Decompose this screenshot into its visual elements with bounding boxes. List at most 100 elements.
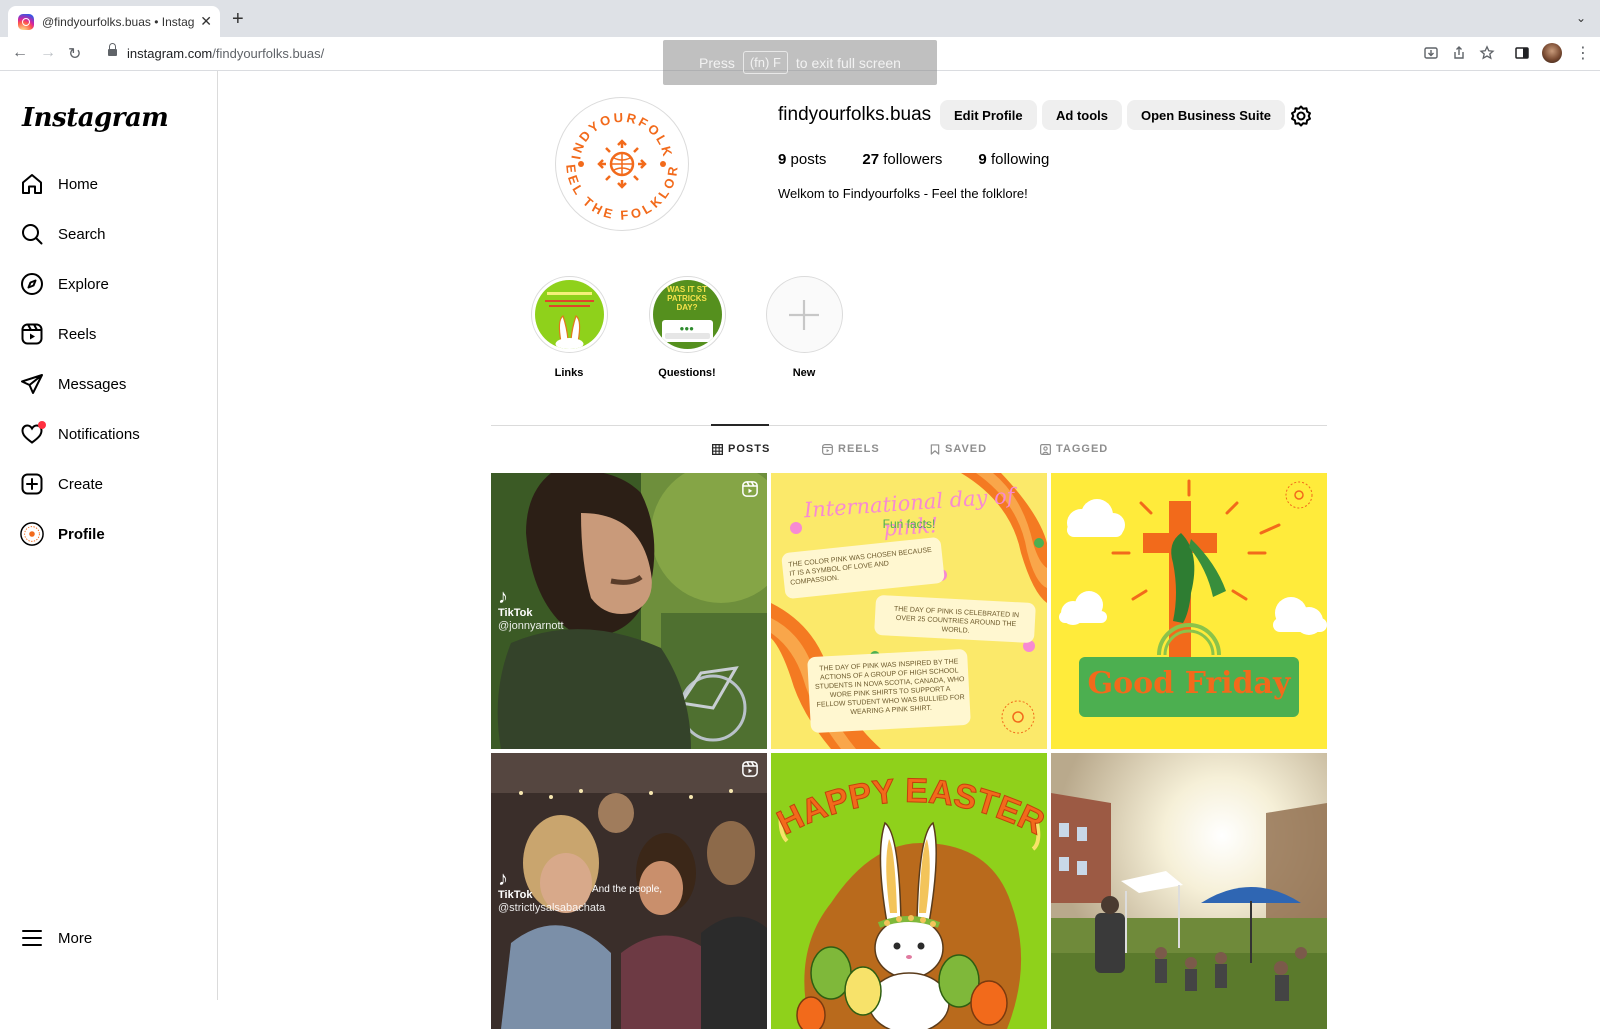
sidebar-item-profile[interactable]: Profile [20,520,105,548]
profile-avatar[interactable]: FINDYOURFOLKS FEEL THE FOLKLORE [550,86,689,231]
tiktok-note-icon: ♪ [498,586,508,608]
highlight-cover-image: WAS IT ST PATRICKS DAY? ●●● [652,280,722,349]
forward-icon[interactable]: → [40,44,56,62]
close-tab-icon[interactable]: ✕ [200,13,212,30]
sidebar-item-label: More [58,929,93,947]
active-tab-indicator [711,424,769,426]
sidebar-item-label: Home [58,175,99,193]
fullscreen-hint-suffix: to exit full screen [795,54,901,71]
sidebar-item-label: Search [58,225,106,243]
post-tile[interactable]: Good Friday [1051,473,1327,749]
sticker-dots: ●●● [679,324,695,333]
compass-icon [20,272,44,296]
edit-profile-button[interactable]: Edit Profile [940,100,1037,130]
highlight-links[interactable]: Links [524,276,614,379]
sidebar-item-label: Create [58,475,104,493]
tiktok-brand: TikTok [498,889,533,901]
following-stat[interactable]: 9 following [978,151,1049,168]
settings-gear-icon[interactable] [1289,104,1313,128]
tiktok-handle: @jonnyarnott [498,620,564,633]
findyourfolks-logo-icon: FINDYOURFOLKS FEEL THE FOLKLORE [550,86,679,223]
profile-avatar-icon [20,522,44,546]
sidebar-item-create[interactable]: Create [20,470,103,498]
posts-stat: 9 posts [778,151,826,168]
post-tile[interactable]: HAPPY EASTER [771,753,1047,1029]
followers-stat[interactable]: 27 followers [862,151,942,168]
highlight-new[interactable]: New [759,276,849,379]
tiktok-watermark: ♪ TikTok @strictlysalsabachata [498,869,605,915]
sidebar-nav: Instagram Home Search Explore Reels Mess… [0,71,218,1000]
tab-search-chevron-icon[interactable]: ⌄ [1576,11,1586,25]
new-tab-icon[interactable]: + [232,9,244,29]
reload-icon[interactable]: ↻ [68,44,81,64]
tab-reels[interactable]: REELS [822,443,880,455]
followers-count: 27 [862,151,880,168]
browser-tabstrip: @findyourfolks.buas • Instagram ✕ + ⌄ [0,0,1600,37]
post-image [1059,479,1327,717]
tiktok-brand: TikTok [498,607,533,619]
sidebar-item-label: Notifications [58,425,140,443]
sidebar-item-more[interactable]: More [20,924,92,952]
tab-posts[interactable]: POSTS [712,443,770,455]
ad-tools-button[interactable]: Ad tools [1042,100,1122,130]
sidebar-item-label: Reels [58,325,97,343]
bookmark-icon [930,443,940,455]
tab-tagged[interactable]: TAGGED [1040,443,1108,455]
open-business-suite-button[interactable]: Open Business Suite [1127,100,1286,130]
post-tile[interactable] [1051,753,1327,1029]
install-app-icon[interactable] [1423,45,1439,61]
sidebar-item-notifications[interactable]: Notifications [20,420,140,448]
tabs-divider [491,425,1327,426]
instagram-logo[interactable]: Instagram [22,103,169,133]
sidebar-item-search[interactable]: Search [20,220,106,248]
hamburger-menu-icon [20,926,44,950]
highlight-label: Questions! [658,367,716,379]
new-highlight-plus-icon [769,280,839,349]
post-tile[interactable]: International day of pink! Fun facts! TH… [771,473,1047,749]
fullscreen-exit-hint: Press (fn) F to exit full screen [663,40,937,85]
reels-icon [20,322,44,346]
post-title: HAPPY EASTER [771,772,1047,843]
highlight-cover: WAS IT ST PATRICKS DAY? ●●● [648,276,726,353]
share-icon[interactable] [1451,45,1467,61]
sidebar-item-label: Profile [58,525,105,543]
instagram-favicon-icon [18,13,34,30]
posts-count: 9 [778,151,787,168]
highlight-questions[interactable]: WAS IT ST PATRICKS DAY? ●●● Questions! [642,276,732,379]
reels-tab-icon [822,443,833,455]
tiktok-handle: @strictlysalsabachata [498,902,606,915]
tab-saved[interactable]: SAVED [930,443,987,455]
reel-indicator-icon [742,481,758,497]
browser-menu-icon[interactable]: ⋮ [1575,43,1591,63]
tiktok-note-icon: ♪ [498,868,508,890]
lock-icon[interactable] [108,43,117,58]
browser-tab[interactable]: @findyourfolks.buas • Instagram ✕ [8,6,220,37]
reel-indicator-icon [742,761,758,777]
avatar-ring-top: FINDYOURFOLKS [556,98,676,160]
back-icon[interactable]: ← [12,44,28,62]
sidebar-item-home[interactable]: Home [20,170,98,198]
search-icon [20,222,44,246]
sidebar-item-reels[interactable]: Reels [20,320,96,348]
post-tile[interactable]: ♪ TikTok @strictlysalsabachata And the p… [491,753,767,1029]
sidebar-item-explore[interactable]: Explore [20,270,109,298]
plus-square-icon [20,472,44,496]
sidebar-item-messages[interactable]: Messages [20,370,126,398]
highlight-cover [765,276,843,353]
browser-tab-title: @findyourfolks.buas • Instagram [42,14,195,29]
address-url: instagram.com/findyourfolks.buas/ [127,46,324,61]
highlight-cover-text: WAS IT ST PATRICKS DAY? [667,285,707,312]
tagged-icon [1040,443,1051,455]
url-host: instagram.com [127,46,213,61]
tab-label: POSTS [728,443,771,455]
bookmark-star-icon[interactable] [1479,45,1495,61]
fullscreen-hint-press: Press [699,54,735,71]
post-subtitle: Fun facts! [882,517,936,531]
profile-bio: Welkom to Findyourfolks - Feel the folkl… [778,186,1028,201]
home-icon [20,172,44,196]
highlight-label: New [792,367,816,379]
post-tile[interactable]: ♪ TikTok @jonnyarnott [491,473,767,749]
sticker-input [664,333,710,339]
side-panel-icon[interactable] [1514,45,1530,61]
browser-profile-avatar[interactable] [1542,43,1562,63]
